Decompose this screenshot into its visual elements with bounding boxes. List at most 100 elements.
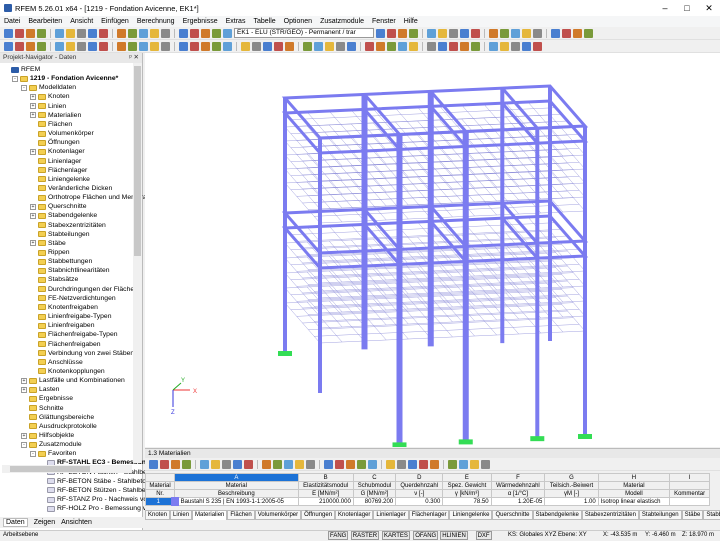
main-tool-icon-1[interactable] (15, 28, 24, 38)
main-tool-icon-15[interactable] (190, 28, 199, 38)
navigator-close-icon[interactable]: ᵖ ✕ (129, 53, 142, 63)
table-tool-icon-10[interactable] (273, 460, 282, 469)
tab-daten[interactable]: Daten (3, 518, 28, 527)
tree-item[interactable]: FE-Netzverdichtungen (30, 294, 116, 303)
table-tool-icon-7[interactable] (233, 460, 242, 469)
tree-item[interactable]: + Hilfsobjekte (21, 431, 74, 440)
display-tool-icon-4[interactable] (55, 41, 64, 51)
display-tool-icon-28[interactable] (347, 41, 356, 51)
tree-item[interactable]: Verbindung von zwei Stäben (30, 349, 134, 358)
nav-tool-icon-4[interactable] (427, 28, 436, 38)
tree-item[interactable]: - Favoriten (30, 449, 76, 458)
expand-icon[interactable]: + (30, 240, 36, 247)
tree-item[interactable]: - Zusatzmodule (21, 440, 82, 449)
expand-icon[interactable]: + (21, 386, 27, 393)
tree-item[interactable]: Knotenkopplungen (30, 367, 105, 376)
display-tool-icon-27[interactable] (336, 41, 345, 51)
nav-tool-icon-8[interactable] (471, 28, 480, 38)
table-cell[interactable]: 1.00 (544, 497, 599, 506)
display-tool-icon-32[interactable] (398, 41, 407, 51)
table-cell[interactable]: 210000.000 (297, 497, 354, 506)
menu-berechnung[interactable]: Berechnung (137, 18, 175, 25)
main-tool-icon-8[interactable] (99, 28, 108, 38)
display-tool-icon-6[interactable] (77, 41, 86, 51)
display-tool-icon-17[interactable] (212, 41, 221, 51)
tab-zeigen[interactable]: Zeigen (34, 519, 55, 526)
tab-stabendgelenke[interactable]: Stabendgelenke (532, 510, 582, 520)
nav-tool-icon-2[interactable] (398, 28, 407, 38)
menu-hilfe[interactable]: Hilfe (404, 18, 418, 25)
display-tool-icon-9[interactable] (117, 41, 126, 51)
tab-knoten[interactable]: Knoten (145, 510, 171, 520)
status-hlinien-button[interactable]: HLINIEN (440, 531, 468, 540)
tree-item[interactable]: RF-HOLZ Pro - Bemessung von (39, 504, 154, 513)
menu-extras[interactable]: Extras (226, 18, 246, 25)
tree-item[interactable]: + Querschnitte (30, 202, 87, 211)
tab-materialien[interactable]: Materialien (192, 510, 228, 520)
tree-item[interactable]: Durchdringungen der Flächen (30, 285, 138, 294)
table-tool-icon-4[interactable] (200, 460, 209, 469)
column-letter[interactable]: A (174, 473, 299, 482)
tree-item[interactable]: + Stäbe (30, 239, 66, 248)
display-tool-icon-25[interactable] (314, 41, 323, 51)
column-letter[interactable]: F (490, 473, 546, 482)
display-tool-icon-15[interactable] (190, 41, 199, 51)
expand-icon[interactable]: + (30, 212, 36, 219)
table-tool-icon-8[interactable] (244, 460, 253, 469)
menu-datei[interactable]: Datei (4, 18, 20, 25)
tab-liniengelenke[interactable]: Liniengelenke (449, 510, 493, 520)
nav-tool-icon-6[interactable] (449, 28, 458, 38)
display-tool-icon-12[interactable] (150, 41, 159, 51)
display-tool-icon-41[interactable] (511, 41, 520, 51)
menu-zusatzmodule[interactable]: Zusatzmodule (320, 18, 364, 25)
tree-item[interactable]: RF-BETON Stäbe - Stahlbetonb (39, 477, 154, 486)
tree-item[interactable]: Liniengelenke (30, 175, 90, 184)
expand-icon[interactable]: + (30, 112, 36, 119)
table-tool-icon-17[interactable] (357, 460, 366, 469)
tree-item[interactable]: + Lastfälle und Kombinationen (21, 376, 125, 385)
display-tool-icon-10[interactable] (128, 41, 137, 51)
status-fang-button[interactable]: FANG (328, 531, 349, 540)
table-cell[interactable]: 78.50 (442, 497, 492, 506)
display-tool-icon-26[interactable] (325, 41, 334, 51)
tree-item[interactable]: Stabsätze (30, 275, 78, 284)
table-cell[interactable]: Baustahl S 235 | EN 1993-1-1:2005-05 (170, 497, 299, 506)
3d-viewport[interactable]: X Y Z (145, 53, 720, 448)
tree-item[interactable]: Glättungsbereiche (21, 413, 94, 422)
column-letter[interactable]: H (597, 473, 671, 482)
collapse-icon[interactable]: - (21, 84, 27, 91)
table-tool-icon-3[interactable] (182, 460, 191, 469)
expand-icon[interactable]: + (21, 377, 27, 384)
display-tool-icon-29[interactable] (365, 41, 374, 51)
display-tool-icon-8[interactable] (99, 41, 108, 51)
tree-item[interactable]: Stabnichtlinearitäten (30, 266, 110, 275)
display-tool-icon-38[interactable] (471, 41, 480, 51)
table-tool-icon-1[interactable] (160, 460, 169, 469)
table-tool-icon-18[interactable] (368, 460, 377, 469)
tree-item[interactable]: RF-BETON Stützen - Stahlbeton (39, 486, 155, 495)
display-tool-icon-24[interactable] (303, 41, 312, 51)
main-tool-icon-14[interactable] (179, 28, 188, 38)
display-tool-icon-33[interactable] (409, 41, 418, 51)
tree-item[interactable]: Linienfreigaben (30, 321, 94, 330)
status-dxf-button[interactable]: DXF (475, 531, 492, 540)
table-tool-icon-2[interactable] (171, 460, 180, 469)
tree-item[interactable]: - Modelldaten (21, 83, 76, 92)
display-tool-icon-22[interactable] (274, 41, 283, 51)
main-tool-icon-0[interactable] (4, 28, 13, 38)
tree-item[interactable]: Stabbettungen (30, 257, 92, 266)
tree-item[interactable]: Rippen (30, 248, 70, 257)
display-tool-icon-20[interactable] (252, 41, 261, 51)
display-tool-icon-36[interactable] (449, 41, 458, 51)
display-tool-icon-3[interactable] (37, 41, 46, 51)
tree-item[interactable]: Stabteilungen (30, 230, 90, 239)
tree-item[interactable]: Ausdruckprotokolle (21, 422, 97, 431)
display-tool-icon-42[interactable] (522, 41, 531, 51)
display-tool-icon-11[interactable] (139, 41, 148, 51)
display-tool-icon-37[interactable] (460, 41, 469, 51)
tab-flächenlager[interactable]: Flächenlager (408, 510, 450, 520)
navigator-scroll-thumb[interactable] (134, 66, 141, 256)
tree-item[interactable]: + Lasten (21, 385, 59, 394)
tab-öffnungen[interactable]: Öffnungen (301, 510, 336, 520)
collapse-icon[interactable]: - (12, 75, 18, 82)
